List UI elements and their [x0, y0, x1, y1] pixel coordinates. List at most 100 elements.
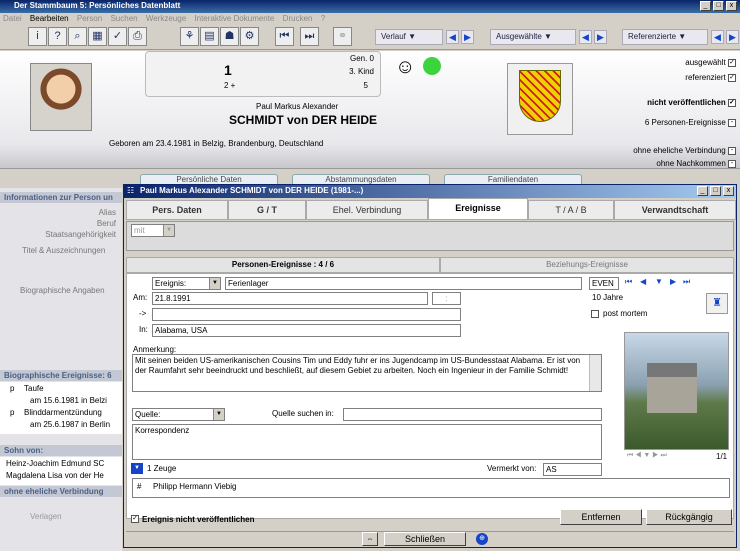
menu-datei[interactable]: Datei [3, 14, 22, 23]
menu-suchen[interactable]: Suchen [110, 14, 137, 23]
grid-icon[interactable]: ▤ [200, 27, 219, 46]
person-photo[interactable] [30, 63, 92, 131]
help-icon[interactable]: ? [48, 27, 67, 46]
tab-g-t[interactable]: G / T [228, 200, 306, 220]
ausgewaehlt-checkbox[interactable]: ✓ [728, 58, 736, 67]
entfernen-button[interactable]: Entfernen [560, 509, 642, 525]
referenzierte-prev-icon[interactable]: ◀ [711, 30, 724, 44]
subtab-beziehungs[interactable]: Beziehungs-Ereignisse [440, 257, 734, 273]
parent-mother[interactable]: Magdalena Lisa von der He [6, 471, 104, 480]
titel-label: Titel & Auszeichnungen [22, 246, 106, 255]
event-nav-next-icon[interactable]: ▶ [670, 277, 676, 286]
anmerkung-scrollbar[interactable] [589, 355, 601, 391]
toolbar: i ? ⌕ ▦ ✓ ⎙ ⚘ ▤ ☗ ⚙ ⏮ ⏭ ⚭ Verlauf ▼ ◀ ▶ … [0, 25, 740, 50]
chart-icon[interactable]: ▦ [88, 27, 107, 46]
minimize-button[interactable]: _ [700, 1, 711, 11]
event-nav-prev-icon[interactable]: ◀ [640, 277, 646, 286]
verlauf-prev-icon[interactable]: ◀ [446, 30, 459, 44]
info-icon[interactable]: i [28, 27, 47, 46]
event-nav-first-icon[interactable]: ⏮ [625, 277, 632, 287]
quelle-dropdown[interactable]: Quelle: ▼ [132, 408, 225, 421]
bis-date-field[interactable] [152, 308, 461, 321]
ereignis-nicht-veroeff-checkbox[interactable]: ✓ [131, 515, 139, 523]
event-name[interactable]: Blinddarmentzündung [24, 408, 102, 417]
rueckgaengig-button[interactable]: Rückgängig [646, 509, 732, 525]
globe-icon[interactable]: ⊕ [476, 533, 488, 545]
info-header: Informationen zur Person un [0, 192, 122, 203]
surname: SCHMIDT von DER HEIDE [229, 113, 378, 127]
left-number: 2 + [224, 81, 236, 90]
person-number: 1 [224, 62, 232, 78]
family-icon[interactable]: ☗ [220, 27, 239, 46]
dialog-close-button[interactable]: x [723, 186, 734, 196]
person-silhouette-icon[interactable]: ☺ [395, 56, 415, 79]
next-icon[interactable]: ⏭ [300, 27, 319, 46]
ausgewaehlte-prev-icon[interactable]: ◀ [579, 30, 592, 44]
search-icon[interactable]: ⌕ [68, 27, 87, 46]
event-name[interactable]: Taufe [24, 384, 44, 393]
kind-label: 3. Kind [349, 67, 374, 76]
link-icon[interactable]: ⚭ [333, 27, 352, 46]
flag-ohne-ehel: ohne eheliche Verbindung [633, 146, 726, 155]
calc-icon[interactable]: ♜ [706, 293, 728, 314]
post-mortem-checkbox[interactable] [591, 310, 599, 318]
tab-ehel-verbindung[interactable]: Ehel. Verbindung [306, 200, 428, 220]
left-panel: Informationen zur Person un Alias Beruf … [0, 188, 122, 551]
dialog-minimize-button[interactable]: _ [697, 186, 708, 196]
check-icon[interactable]: ✓ [108, 27, 127, 46]
ereignis-dropdown[interactable]: Ereignis: ▼ [152, 277, 221, 290]
ereignis-value[interactable]: Ferienlager [225, 277, 582, 290]
verlauf-next-icon[interactable]: ▶ [461, 30, 474, 44]
dialog-maximize-button[interactable]: □ [710, 186, 721, 196]
beruf-label: Beruf [96, 219, 116, 228]
event-nav-last-icon[interactable]: ⏭ [683, 277, 690, 287]
referenzierte-next-icon[interactable]: ▶ [726, 30, 739, 44]
verlauf-button[interactable]: Verlauf ▼ [375, 29, 443, 45]
menu-werkzeuge[interactable]: Werkzeuge [146, 14, 186, 23]
referenziert-checkbox[interactable]: ✓ [728, 73, 736, 82]
flag-ohne-nachkommen: ohne Nachkommen [656, 159, 726, 168]
maximize-button[interactable]: □ [713, 1, 724, 11]
anmerkung-textarea[interactable]: Mit seinen beiden US-amerikanischen Cous… [132, 354, 602, 392]
parent-father[interactable]: Heinz-Joachim Edmund SC [6, 459, 104, 468]
referenzierte-button[interactable]: Referenzierte ▼ [622, 29, 708, 45]
mit-dropdown[interactable]: mit ▼ [131, 224, 175, 237]
vermerkt-label: Vermerkt von: [487, 464, 537, 473]
schliessen-button[interactable]: Schließen [384, 532, 466, 546]
in-place-field[interactable]: Alabama, USA [152, 324, 461, 337]
subtab-personen[interactable]: Personen-Ereignisse : 4 / 6 [126, 257, 440, 273]
ereignis-code[interactable]: EVEN [589, 277, 619, 290]
ausgewaehlte-button[interactable]: Ausgewählte ▼ [490, 29, 576, 45]
tab-t-a-b[interactable]: T / A / B [528, 200, 614, 220]
tab-ereignisse[interactable]: Ereignisse [428, 198, 528, 220]
am-date-field[interactable]: 21.8.1991 [152, 292, 428, 305]
split-icon[interactable]: ⇔ [362, 532, 378, 546]
close-button[interactable]: x [726, 1, 737, 11]
image-nav-icons[interactable]: ⏮ ◀ ▼ ▶ ⏭ [627, 452, 667, 460]
vermerkt-field[interactable]: AS [543, 463, 602, 476]
tab-pers-daten[interactable]: Pers. Daten [126, 200, 228, 220]
am-time-field[interactable]: : [432, 292, 461, 305]
zeuge-name[interactable]: Philipp Hermann Viebig [153, 482, 236, 491]
ohne-nachkommen-toggle[interactable]: - [728, 159, 736, 168]
ausgewaehlte-next-icon[interactable]: ▶ [594, 30, 607, 44]
event-image[interactable] [624, 332, 729, 450]
event-nav-list-icon[interactable]: ▼ [655, 277, 663, 286]
first-icon[interactable]: ⏮ [275, 27, 294, 46]
nicht-veroeff-checkbox[interactable]: ✓ [728, 98, 736, 107]
menu-person[interactable]: Person [77, 14, 102, 23]
menu-interaktive[interactable]: Interaktive Dokumente [194, 14, 274, 23]
quelle-textarea[interactable]: Korrespondenz [132, 424, 602, 460]
menu-bearbeiten[interactable]: Bearbeiten [30, 14, 69, 23]
quelle-suchen-field[interactable] [343, 408, 602, 421]
menu-drucken[interactable]: Drucken [283, 14, 313, 23]
menu-help[interactable]: ? [321, 14, 325, 23]
tab-verwandtschaft[interactable]: Verwandtschaft [614, 200, 736, 220]
zeuge-expand-icon[interactable]: ▼ [131, 463, 143, 474]
tree-icon[interactable]: ⚘ [180, 27, 199, 46]
ohne-ehel-toggle[interactable]: - [728, 146, 736, 155]
personen-ereignisse-toggle[interactable]: - [728, 118, 736, 127]
tools-icon[interactable]: ⚙ [240, 27, 259, 46]
print-icon[interactable]: ⎙ [128, 27, 147, 46]
event-dialog: Paul Markus Alexander SCHMIDT von DER HE… [123, 184, 737, 548]
